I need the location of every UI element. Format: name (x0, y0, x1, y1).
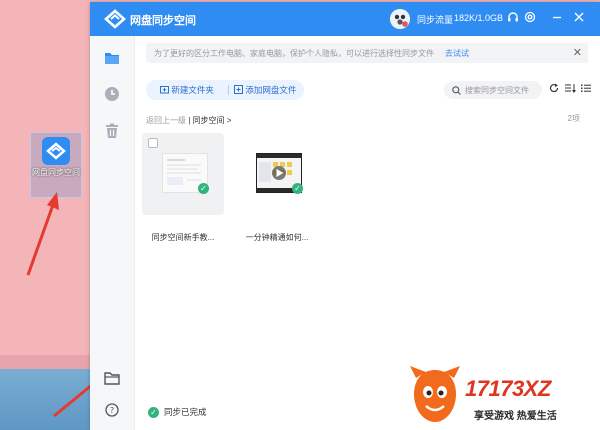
add-cloud-file-icon (234, 85, 243, 94)
close-icon[interactable] (572, 11, 586, 25)
trash-icon[interactable] (102, 121, 122, 141)
desktop-shortcut-sync-space[interactable]: 网盘同步空间 (30, 132, 82, 198)
file-tile[interactable]: ✓ (142, 133, 224, 215)
search-placeholder: 搜索同步空间文件 (465, 86, 529, 95)
search-icon (452, 85, 461, 95)
app-title: 网盘同步空间 (130, 15, 196, 27)
files-icon[interactable] (102, 48, 122, 68)
sync-traffic-label: 同步流量 (417, 15, 454, 25)
help-icon[interactable]: ? (102, 400, 122, 420)
history-icon[interactable] (102, 84, 122, 104)
chevron-right-icon: > (226, 116, 232, 125)
sidebar: ? (90, 36, 135, 430)
refresh-icon[interactable] (549, 83, 559, 96)
minimize-icon[interactable] (550, 11, 564, 25)
watermark-mascot-icon (410, 366, 460, 422)
search-input[interactable]: 搜索同步空间文件 (444, 81, 542, 99)
folder-icon[interactable] (102, 368, 122, 388)
sync-status-text: 同步已完成 (164, 407, 207, 417)
sync-space-app-icon (42, 137, 70, 165)
breadcrumb-back-link[interactable]: 返回上一级 (146, 116, 186, 125)
action-pill: 新建文件夹 添加网盘文件 (146, 80, 304, 100)
synced-check-icon: ✓ (292, 183, 303, 194)
add-cloud-file-label: 添加网盘文件 (245, 85, 297, 95)
annotation-arrow-desktop (26, 192, 59, 276)
title-bar: 网盘同步空间 同步流量 182K/1.0GB (90, 2, 600, 36)
synced-check-icon: ✓ (198, 183, 209, 194)
sync-complete-icon: ✓ (148, 407, 159, 419)
list-view-icon[interactable] (581, 83, 591, 96)
item-count: 2项 (567, 114, 580, 123)
pill-divider (228, 85, 229, 95)
select-checkbox[interactable] (148, 138, 158, 148)
notice-bar: 为了更好的区分工作电脑、家庭电脑，保护个人隐私，可以进行选择性同步文件 去试试 … (146, 43, 588, 63)
settings-icon[interactable] (523, 11, 537, 25)
watermark-brand: 17173XZ (465, 376, 551, 401)
desktop-icon-label: 网盘同步空间 (32, 168, 80, 177)
sync-traffic-value: 182K/1.0GB (454, 13, 504, 23)
file-name[interactable]: 一分钟精通如何... (232, 232, 322, 243)
notice-close-icon[interactable]: ✕ (573, 46, 582, 59)
notice-text: 为了更好的区分工作电脑、家庭电脑，保护个人隐私，可以进行选择性同步文件 (154, 49, 434, 58)
svg-text:?: ? (110, 406, 114, 415)
avatar[interactable] (390, 9, 410, 29)
breadcrumb: 返回上一级 | 同步空间 > (146, 115, 231, 126)
new-folder-label: 新建文件夹 (171, 85, 214, 95)
app-logo-icon (104, 9, 126, 29)
sort-icon[interactable] (565, 83, 576, 96)
new-folder-icon (160, 86, 169, 94)
watermark: 17173XZ 享受游戏 热爱生活 (408, 362, 600, 430)
headset-icon[interactable] (506, 11, 520, 25)
file-tile[interactable]: ✓ (236, 133, 318, 215)
add-cloud-file-button[interactable]: 添加网盘文件 (234, 84, 296, 96)
file-name[interactable]: 同步空间新手教... (138, 232, 228, 243)
sync-status: ✓ 同步已完成 (148, 406, 207, 419)
new-folder-button[interactable]: 新建文件夹 (160, 84, 214, 96)
breadcrumb-current: 同步空间 (192, 116, 225, 125)
watermark-slogan: 享受游戏 热爱生活 (474, 411, 557, 422)
notice-try-link[interactable]: 去试试 (445, 48, 469, 59)
